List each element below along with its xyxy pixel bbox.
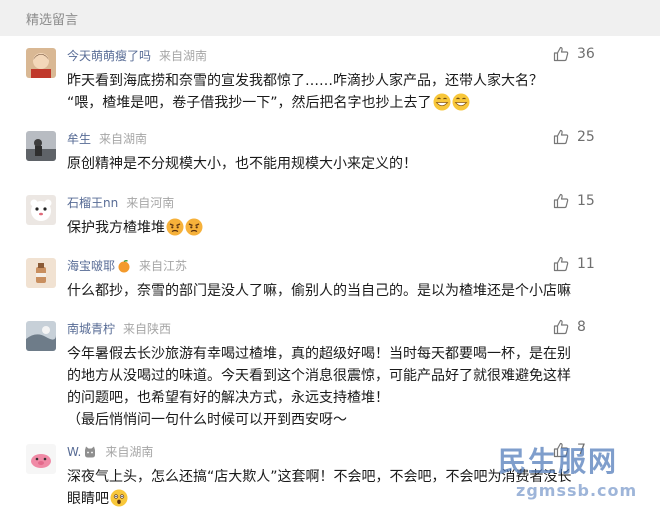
comment-line: （最后悄悄问一句什么时候可以开到西安呀～ (67, 412, 347, 428)
comment-location: 来自湖南 (99, 132, 148, 146)
comment-line: “喂，楂堆是吧，卷子借我抄一下”，然后把名字也抄上去了 (67, 92, 597, 118)
comment-line: 的问题吧，也希望有好的解决方式，永远支持楂堆！ (67, 390, 389, 406)
section-title: 精选留言 (26, 13, 79, 28)
grin-emoji-icon (433, 93, 451, 118)
thumbs-up-icon (553, 256, 569, 272)
like-count: 7 (577, 442, 586, 458)
like-count: 25 (577, 129, 595, 145)
angry-emoji-icon (166, 218, 184, 243)
thumbs-up-icon (553, 442, 569, 458)
comment-meta: W. 来自湖南 (67, 444, 153, 463)
like-button[interactable]: 25 (553, 129, 595, 145)
like-button[interactable]: 11 (553, 256, 595, 272)
comment-nickname[interactable]: 牟生 (67, 132, 91, 146)
comment-meta: 海宝啵耶 来自江苏 (67, 258, 187, 277)
section-header: 精选留言 (0, 0, 660, 36)
avatar[interactable] (26, 444, 56, 474)
orange-badge-icon (117, 259, 131, 277)
comment-meta: 今天萌萌瘦了吗 来自湖南 (67, 48, 207, 64)
comment-text: 今年暑假去长沙旅游有幸喝过楂堆，真的超级好喝！当时每天都要喝一杯，是在别 的地方… (67, 343, 597, 431)
comment-item: 石榴王nn 来自河南 15 保护我方楂堆堆 (0, 193, 660, 255)
shocked-emoji-icon (110, 489, 128, 514)
comment-item: W. 来自湖南 7 深夜气上头，怎么还搞“店大欺人”这套啊！不会吧，不会吧，不会吧… (0, 442, 660, 517)
comment-meta: 石榴王nn 来自河南 (67, 195, 174, 211)
like-button[interactable]: 7 (553, 442, 586, 458)
comment-line: 什么都抄，奈雪的部门是没人了嘛，偷别人的当自己的。是以为楂堆还是个小店嘛 (67, 283, 571, 299)
comment-meta: 牟生 来自湖南 (67, 131, 147, 147)
comment-nickname[interactable]: 海宝啵耶 (67, 259, 115, 273)
comment-location: 来自江苏 (139, 259, 188, 273)
comment-line: 深夜气上头，怎么还搞“店大欺人”这套啊！不会吧，不会吧，不会吧为消费者没长 (67, 469, 572, 485)
comment-line: 保护我方楂堆堆 (67, 217, 597, 243)
thumbs-up-icon (553, 193, 569, 209)
comment-line: 昨天看到海底捞和奈雪的宣发我都惊了……咋滴抄人家产品，还带人家大名？ (67, 73, 543, 89)
avatar[interactable] (26, 48, 56, 78)
like-count: 11 (577, 256, 595, 272)
avatar[interactable] (26, 131, 56, 161)
like-button[interactable]: 15 (553, 193, 595, 209)
comment-nickname[interactable]: 南城青柠 (67, 322, 115, 336)
comment-text: 原创精神是不分规模大小，也不能用规模大小来定义的！ (67, 153, 597, 175)
thumbs-up-icon (553, 319, 569, 335)
cat-badge-icon (83, 445, 97, 463)
comment-item: 今天萌萌瘦了吗 来自湖南 36 昨天看到海底捞和奈雪的宣发我都惊了……咋滴抄人家产… (0, 46, 660, 138)
avatar[interactable] (26, 321, 56, 351)
comment-text: 深夜气上头，怎么还搞“店大欺人”这套啊！不会吧，不会吧，不会吧为消费者没长 眼睛… (67, 466, 597, 514)
comment-line: 的地方从没喝过的味道。今天看到这个消息很震惊，可能产品好了就很难避免这样 (67, 368, 571, 384)
avatar[interactable] (26, 195, 56, 225)
comment-location: 来自湖南 (159, 49, 208, 63)
thumbs-up-icon (553, 46, 569, 62)
comment-text: 保护我方楂堆堆 (67, 217, 597, 243)
angry-emoji-icon (185, 218, 203, 243)
grin-emoji-icon (452, 93, 470, 118)
like-count: 15 (577, 193, 595, 209)
comment-line: 眼睛吧 (67, 488, 597, 514)
comment-item: 海宝啵耶 来自江苏 11 什么都抄，奈雪的部门是没人了嘛，偷别人的当自己的。是以为… (0, 256, 660, 318)
thumbs-up-icon (553, 129, 569, 145)
comment-location: 来自河南 (126, 196, 175, 210)
like-button[interactable]: 8 (553, 319, 586, 335)
comment-text: 昨天看到海底捞和奈雪的宣发我都惊了……咋滴抄人家产品，还带人家大名？ “喂，楂堆… (67, 70, 597, 118)
comment-line: 原创精神是不分规模大小，也不能用规模大小来定义的！ (67, 156, 417, 172)
comment-nickname[interactable]: W. (67, 445, 81, 459)
like-button[interactable]: 36 (553, 46, 595, 62)
comment-nickname[interactable]: 今天萌萌瘦了吗 (67, 49, 151, 63)
comment-meta: 南城青柠 来自陕西 (67, 321, 171, 337)
comment-item: 牟生 来自湖南 25 原创精神是不分规模大小，也不能用规模大小来定义的！ (0, 129, 660, 191)
comment-item: 南城青柠 来自陕西 8 今年暑假去长沙旅游有幸喝过楂堆，真的超级好喝！当时每天都要… (0, 319, 660, 431)
comment-location: 来自陕西 (123, 322, 172, 336)
comment-location: 来自湖南 (105, 445, 154, 459)
comment-text: 什么都抄，奈雪的部门是没人了嘛，偷别人的当自己的。是以为楂堆还是个小店嘛 (67, 280, 597, 302)
like-count: 8 (577, 319, 586, 335)
avatar[interactable] (26, 258, 56, 288)
comment-line: 今年暑假去长沙旅游有幸喝过楂堆，真的超级好喝！当时每天都要喝一杯，是在别 (67, 346, 571, 362)
like-count: 36 (577, 46, 595, 62)
comment-nickname[interactable]: 石榴王nn (67, 196, 118, 210)
